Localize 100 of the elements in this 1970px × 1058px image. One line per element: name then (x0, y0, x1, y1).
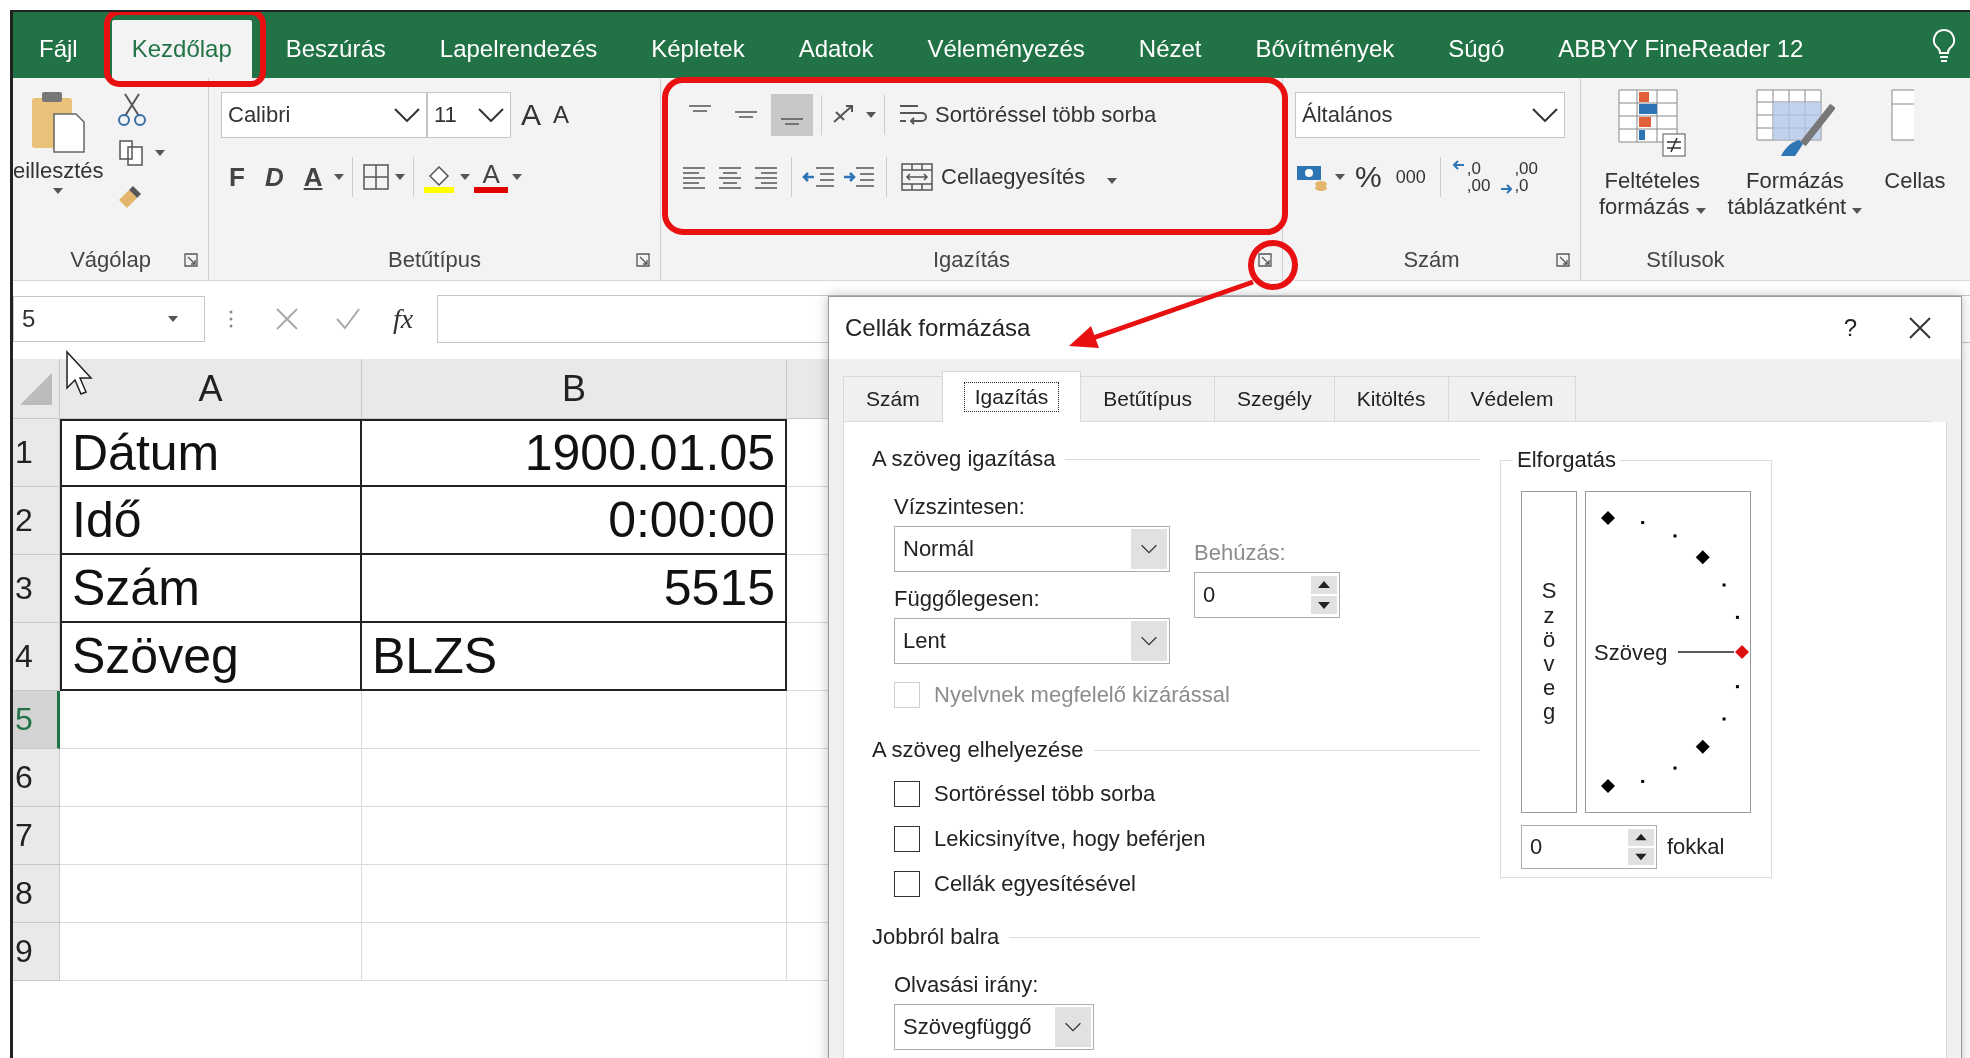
row-header[interactable]: 9 (13, 923, 60, 981)
text-direction-dropdown[interactable]: Szövegfüggő (894, 1004, 1094, 1050)
scissors-icon[interactable] (117, 92, 148, 126)
table-cell: Idő (60, 487, 362, 555)
row-header[interactable]: 4 (13, 623, 60, 691)
arrow-icon (1500, 184, 1513, 194)
percent-button[interactable]: % (1351, 156, 1386, 198)
caret-icon (1107, 178, 1118, 184)
column-header[interactable]: A (60, 359, 362, 419)
group-label: Vágólap (70, 247, 151, 273)
spin-down-icon[interactable] (1628, 848, 1654, 865)
caret-icon (155, 150, 166, 156)
empty-cell[interactable] (362, 923, 787, 981)
lightbulb-icon[interactable] (1932, 28, 1956, 62)
degrees-field[interactable]: 0 (1521, 825, 1657, 869)
help-button[interactable]: ? (1843, 314, 1857, 342)
ribbon-tab[interactable]: Lapelrendezés (419, 20, 618, 78)
ribbon-tab[interactable]: Beszúrás (265, 20, 406, 78)
cell-styles-button[interactable]: Cellas (1884, 88, 1946, 240)
caret-icon (460, 174, 471, 180)
ribbon-tab[interactable]: Képletek (631, 20, 765, 78)
caret-icon (395, 174, 406, 180)
indent-field[interactable]: 0 (1194, 572, 1340, 618)
column-header[interactable]: B (362, 359, 787, 419)
row-header[interactable]: 2 (13, 487, 60, 555)
table-cell: Dátum (60, 419, 362, 487)
enter-icon[interactable] (335, 307, 361, 331)
format-as-table-button[interactable]: Formázás táblázatként (1727, 88, 1863, 240)
empty-cell[interactable] (362, 807, 787, 865)
number-format-field[interactable]: Általános (1295, 92, 1565, 138)
empty-cell[interactable] (362, 691, 787, 749)
checkbox[interactable] (894, 825, 920, 852)
wrap-text-button[interactable]: Sortöréssel több sorba (893, 96, 1161, 134)
empty-cell[interactable] (362, 865, 787, 923)
name-box[interactable]: 5 (13, 296, 205, 342)
dialog-launcher-icon[interactable] (636, 253, 650, 267)
vertical-alignment-dropdown[interactable]: Lent (894, 618, 1170, 664)
horizontal-alignment-dropdown[interactable]: Normál (894, 526, 1170, 572)
checkbox-label: Cellák egyesítésével (934, 870, 1136, 897)
increase-decimal-button[interactable]: ,0 ,00 (1450, 158, 1493, 196)
italic-button[interactable]: D (256, 161, 292, 193)
underline-button[interactable]: A (295, 161, 331, 193)
borders-icon[interactable] (361, 162, 392, 192)
ribbon-tab[interactable]: Nézet (1118, 20, 1222, 78)
row-header[interactable]: 8 (13, 865, 60, 923)
chevron-icon (1532, 108, 1558, 122)
decrease-decimal-button[interactable]: ,00 ,0 (1498, 158, 1540, 196)
ribbon-tab[interactable]: ABBYY FineReader 12 (1538, 20, 1824, 78)
checkbox[interactable] (894, 870, 920, 897)
group-label: Betűtípus (388, 247, 481, 273)
dial-label: Szöveg (1594, 640, 1668, 666)
ribbon-tab[interactable]: Kezdőlap (111, 20, 252, 78)
vertical-align-button[interactable] (771, 94, 813, 136)
ribbon-tab[interactable]: Fájl (19, 20, 98, 78)
checkbox-label: Nyelvnek megfelelő kizárással (934, 681, 1230, 708)
chevron-icon (478, 108, 504, 122)
row-header[interactable]: 3 (13, 555, 60, 623)
ribbon-tab[interactable]: Adatok (778, 20, 894, 78)
dialog-launcher-icon[interactable] (1556, 253, 1570, 267)
conditional-formatting-button[interactable]: Feltételes formázás (1599, 88, 1706, 240)
insert-function-button[interactable]: fx (393, 303, 414, 335)
row-header[interactable]: 1 (13, 419, 60, 487)
font-color-button[interactable]: A (474, 161, 508, 193)
row-header[interactable]: 7 (13, 807, 60, 865)
shrink-font-button[interactable]: A (549, 97, 574, 133)
grow-font-button[interactable]: A (517, 94, 545, 136)
checkbox[interactable] (894, 780, 920, 807)
paste-button[interactable]: eillesztés (13, 158, 104, 185)
field-label: Behúzás: (1194, 540, 1287, 566)
ribbon-tab[interactable]: Véleményezés (907, 20, 1105, 78)
close-icon[interactable] (1909, 317, 1931, 339)
font-size-field[interactable]: 11 (427, 92, 511, 138)
cancel-icon[interactable] (275, 307, 299, 331)
row-header[interactable]: 6 (13, 749, 60, 807)
bold-button[interactable]: F (221, 161, 253, 193)
font-name-field[interactable]: Calibri (221, 92, 427, 138)
caret-icon (1852, 208, 1863, 215)
dialog-tab[interactable]: Szám (843, 376, 943, 421)
orientation-dial[interactable]: Szöveg (1585, 491, 1751, 813)
table-cell: BLZS (362, 623, 787, 691)
dialog-launcher-icon[interactable] (184, 253, 198, 267)
table-cell: 1900.01.05 (362, 419, 787, 487)
dialog-tab[interactable]: Igazítás (941, 371, 1082, 422)
spin-down-icon[interactable] (1311, 596, 1337, 614)
merge-cells-button[interactable]: Cellaegyesítés (897, 158, 1122, 196)
annotation-circle (1248, 240, 1298, 290)
thousands-separator-button[interactable]: 000 (1391, 162, 1430, 192)
checkbox-label: Sortöréssel több sorba (934, 780, 1156, 807)
dialog-tab[interactable]: Védelem (1447, 376, 1577, 421)
more-icon (229, 310, 233, 328)
spin-up-icon[interactable] (1628, 829, 1654, 846)
empty-cell[interactable] (362, 749, 787, 807)
dialog-launcher-icon[interactable] (1258, 253, 1272, 267)
spin-up-icon[interactable] (1311, 576, 1337, 594)
caret-icon (334, 174, 345, 180)
row-header[interactable]: 5 (13, 691, 60, 749)
ribbon-tab[interactable]: Súgó (1428, 20, 1525, 78)
group-label: Igazítás (932, 247, 1010, 273)
ribbon-tab[interactable]: Bővítmények (1235, 20, 1415, 78)
vertical-text-option[interactable]: Szöveg (1521, 491, 1577, 813)
